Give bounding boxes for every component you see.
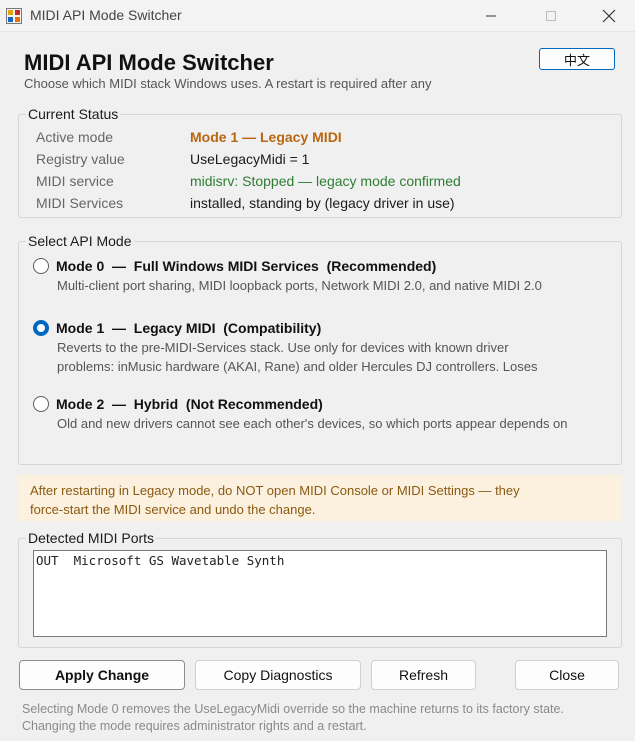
warning-line-1: After restarting in Legacy mode, do NOT … xyxy=(30,483,520,498)
close-window-button[interactable] xyxy=(586,0,632,31)
refresh-button[interactable]: Refresh xyxy=(371,660,476,690)
status-label-registry: Registry value xyxy=(36,151,125,167)
status-value-midi-services: installed, standing by (legacy driver in… xyxy=(190,195,455,211)
mode-2-description: Old and new drivers cannot see each othe… xyxy=(57,416,568,431)
mode-0-title[interactable]: Mode 0 — Full Windows MIDI Services (Rec… xyxy=(56,258,436,274)
warning-line-2: force-start the MIDI service and undo th… xyxy=(30,502,316,517)
mode-0-radio[interactable] xyxy=(33,258,49,274)
page-title: MIDI API Mode Switcher xyxy=(24,50,274,75)
select-api-mode-group: Select API Mode Mode 0 — Full Windows MI… xyxy=(18,233,622,465)
footer-line-2: Changing the mode requires administrator… xyxy=(22,719,367,733)
mode-1-description-line-2: problems: inMusic hardware (AKAI, Rane) … xyxy=(57,359,538,374)
maximize-icon xyxy=(546,10,556,21)
footer-note: Selecting Mode 0 removes the UseLegacyMi… xyxy=(22,701,564,735)
minimize-icon xyxy=(486,15,496,16)
status-value-active-mode: Mode 1 — Legacy MIDI xyxy=(190,129,342,145)
detected-ports-legend: Detected MIDI Ports xyxy=(26,530,157,546)
copy-diagnostics-button[interactable]: Copy Diagnostics xyxy=(195,660,361,690)
legacy-warning-banner: After restarting in Legacy mode, do NOT … xyxy=(18,475,622,521)
close-button[interactable]: Close xyxy=(515,660,619,690)
footer-line-1: Selecting Mode 0 removes the UseLegacyMi… xyxy=(22,702,564,716)
mode-1-description-line-1: Reverts to the pre-MIDI-Services stack. … xyxy=(57,340,509,355)
status-value-registry: UseLegacyMidi = 1 xyxy=(190,151,310,167)
detected-ports-list[interactable]: OUT Microsoft GS Wavetable Synth xyxy=(33,550,607,637)
mode-0-description: Multi-client port sharing, MIDI loopback… xyxy=(57,278,542,293)
status-value-midi-service: midisrv: Stopped — legacy mode confirmed xyxy=(190,173,461,189)
current-status-group: Current Status Active mode Mode 1 — Lega… xyxy=(18,106,622,218)
page-subtitle: Choose which MIDI stack Windows uses. A … xyxy=(24,76,432,91)
mode-2-title[interactable]: Mode 2 — Hybrid (Not Recommended) xyxy=(56,396,323,412)
mode-1-title[interactable]: Mode 1 — Legacy MIDI (Compatibility) xyxy=(56,320,321,336)
language-toggle-button[interactable]: 中文 xyxy=(539,48,615,70)
current-status-legend: Current Status xyxy=(26,106,121,122)
apply-change-button[interactable]: Apply Change xyxy=(19,660,185,690)
close-icon xyxy=(602,9,616,22)
detected-ports-group: Detected MIDI Ports OUT Microsoft GS Wav… xyxy=(18,530,622,648)
midi-app-icon xyxy=(6,8,22,24)
mode-1-radio[interactable] xyxy=(33,320,49,336)
maximize-button[interactable] xyxy=(528,0,574,31)
status-label-active-mode: Active mode xyxy=(36,129,114,145)
window-title: MIDI API Mode Switcher xyxy=(30,7,182,23)
title-bar: MIDI API Mode Switcher xyxy=(0,0,635,32)
status-label-midi-service: MIDI service xyxy=(36,173,114,189)
mode-2-radio[interactable] xyxy=(33,396,49,412)
status-label-midi-services: MIDI Services xyxy=(36,195,124,211)
select-api-mode-legend: Select API Mode xyxy=(26,233,134,249)
minimize-button[interactable] xyxy=(468,0,514,31)
